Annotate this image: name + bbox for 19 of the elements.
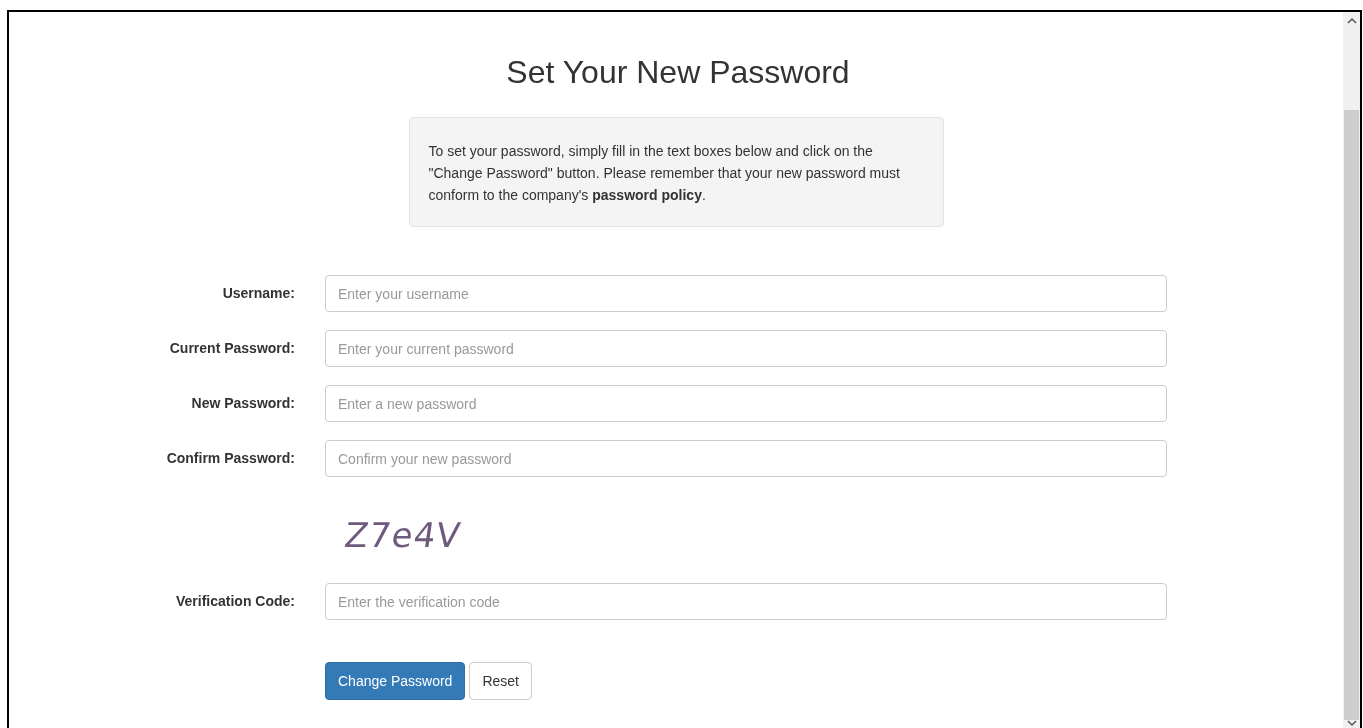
form-field[interactable]: Enter your current password xyxy=(325,330,1167,367)
verification-label: Verification Code: xyxy=(174,592,295,611)
form-label: Current Password: xyxy=(168,339,295,358)
scroll-down-icon[interactable] xyxy=(1346,720,1357,727)
scrollbar-thumb[interactable] xyxy=(1344,110,1359,720)
change-password-button[interactable]: Change Password xyxy=(325,662,466,700)
scrollbar[interactable] xyxy=(1343,12,1360,728)
scroll-up-icon[interactable] xyxy=(1346,17,1357,24)
info-notice: To set your password, simply fill in the text boxes below and click on the "Change Password" button. Please remember that your new password must conform to the company's password policy. xyxy=(408,117,944,227)
form-field[interactable]: Enter a new password xyxy=(325,385,1167,422)
form-field[interactable]: Enter your username xyxy=(325,275,1167,312)
form-field[interactable]: Confirm your new password xyxy=(325,440,1167,477)
form-label: Username: xyxy=(221,284,295,303)
form-label: Confirm Password: xyxy=(165,449,295,468)
captcha-image: Z7e4V xyxy=(341,515,465,555)
form-label: New Password: xyxy=(190,394,295,413)
verification-field[interactable]: Enter the verification code xyxy=(325,583,1167,620)
page-title: Set Your New Password xyxy=(505,53,850,92)
reset-button[interactable]: Reset xyxy=(469,662,532,700)
